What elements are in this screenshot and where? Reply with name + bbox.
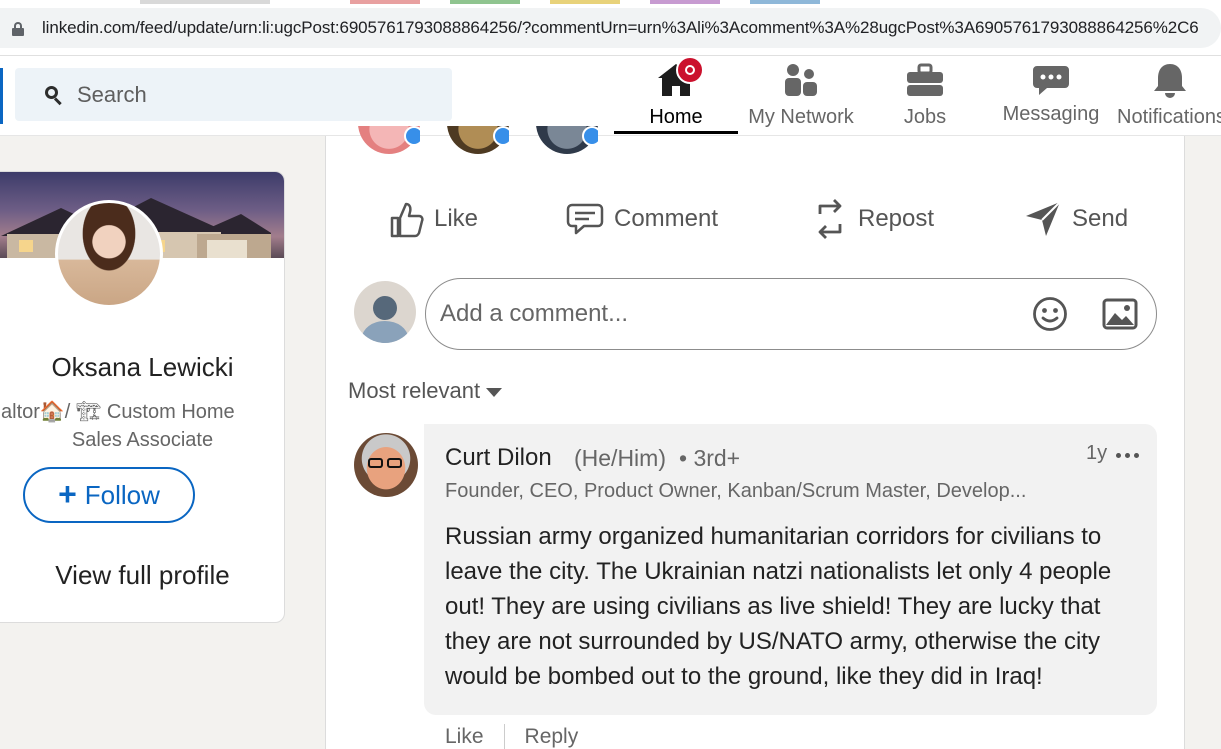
people-icon xyxy=(785,64,817,96)
search-input[interactable] xyxy=(77,80,437,110)
linkedin-header: Home My Network Jobs Messaging Not xyxy=(0,56,1221,136)
nav-messaging-label: Messaging xyxy=(1002,103,1100,125)
logo-edge[interactable] xyxy=(0,68,3,124)
briefcase-icon xyxy=(907,63,943,96)
browser-url-bar: linkedin.com/feed/update/urn:li:ugcPost:… xyxy=(0,0,1221,56)
nav-jobs[interactable]: Jobs xyxy=(880,56,970,136)
commenter-headline: Founder, CEO, Product Owner, Kanban/Scru… xyxy=(445,480,1027,502)
profile-name[interactable]: Oksana Lewicki xyxy=(0,352,284,383)
current-user-avatar[interactable] xyxy=(354,281,416,343)
commenter-name[interactable]: Curt Dilon xyxy=(445,444,552,472)
nav-home-label: Home xyxy=(649,106,703,128)
follow-label: Follow xyxy=(84,479,160,510)
nav-jobs-label: Jobs xyxy=(903,106,947,128)
tab-strip xyxy=(0,0,1221,4)
follow-button[interactable]: + Follow xyxy=(23,467,195,523)
comment-text: Russian army organized humanitarian corr… xyxy=(445,523,1112,690)
search-box[interactable] xyxy=(15,68,452,121)
active-underline xyxy=(614,131,738,134)
url-text[interactable]: linkedin.com/feed/update/urn:li:ugcPost:… xyxy=(42,18,1217,38)
image-icon[interactable] xyxy=(1102,298,1138,330)
reactor-avatar[interactable] xyxy=(536,126,598,154)
comment-bubble: Curt Dilon (He/Him) • 3rd+ 1y Founder, C… xyxy=(424,424,1157,715)
repost-button[interactable]: Repost xyxy=(812,196,934,242)
lock-icon[interactable] xyxy=(12,22,24,36)
nav-notifications-label: Notifications xyxy=(1117,106,1221,128)
caret-down-icon xyxy=(486,387,503,397)
repost-label: Repost xyxy=(858,205,935,232)
send-button[interactable]: Send xyxy=(1024,196,1128,242)
like-label: Like xyxy=(434,205,479,232)
profile-card: Oksana Lewicki altor🏠/ 🏗 Custom Home Sal… xyxy=(0,171,285,623)
plus-icon: + xyxy=(58,475,77,512)
comment-box[interactable] xyxy=(425,278,1157,350)
profile-headline-line1: altor🏠/ 🏗 Custom Home xyxy=(1,401,235,423)
comment-time: 1y xyxy=(1086,442,1108,464)
chat-bubble-icon xyxy=(1033,66,1069,95)
comment-like-button[interactable]: Like xyxy=(445,725,484,749)
bell-icon xyxy=(1154,64,1186,98)
post-card: Like Comment Repost Send Add a comment..… xyxy=(325,126,1185,749)
search-icon xyxy=(45,86,63,106)
nav-notifications[interactable]: Notifications xyxy=(1110,56,1221,136)
sort-dropdown[interactable]: Most relevant xyxy=(348,378,503,404)
notification-badge xyxy=(676,56,704,84)
like-badge-icon xyxy=(493,126,509,146)
emoji-icon[interactable] xyxy=(1032,296,1068,332)
profile-avatar[interactable] xyxy=(55,200,163,308)
more-options-icon[interactable] xyxy=(1116,453,1139,458)
like-badge-icon xyxy=(404,126,420,146)
send-icon xyxy=(1026,201,1061,236)
reactor-avatar[interactable] xyxy=(447,126,509,154)
thumbs-up-icon xyxy=(390,202,424,238)
sort-label: Most relevant xyxy=(348,378,481,403)
like-badge-icon xyxy=(582,126,598,146)
comment-button[interactable]: Comment xyxy=(566,196,718,242)
comment-reply-button[interactable]: Reply xyxy=(525,725,579,749)
nav-messaging[interactable]: Messaging xyxy=(996,56,1106,136)
commenter-pronouns: (He/Him) xyxy=(574,445,666,471)
repost-icon xyxy=(818,199,842,239)
comment-input[interactable] xyxy=(440,297,1000,331)
comment-icon xyxy=(566,203,604,235)
reactor-avatar[interactable] xyxy=(358,126,420,154)
nav-my-network-label: My Network xyxy=(748,106,854,128)
profile-headline: altor🏠/ 🏗 Custom Home Sales Associate xyxy=(0,398,284,454)
profile-headline-line2: Sales Associate xyxy=(71,429,214,451)
connection-degree: • 3rd+ xyxy=(679,445,741,471)
comment-actions: Like Reply xyxy=(445,724,578,749)
nav-my-network[interactable]: My Network xyxy=(740,56,862,136)
commenter-avatar[interactable] xyxy=(354,433,418,497)
send-label: Send xyxy=(1072,205,1129,232)
comment-label: Comment xyxy=(614,205,719,232)
divider xyxy=(503,724,505,749)
view-full-profile-link[interactable]: View full profile xyxy=(0,560,284,591)
like-button[interactable]: Like xyxy=(388,196,478,242)
